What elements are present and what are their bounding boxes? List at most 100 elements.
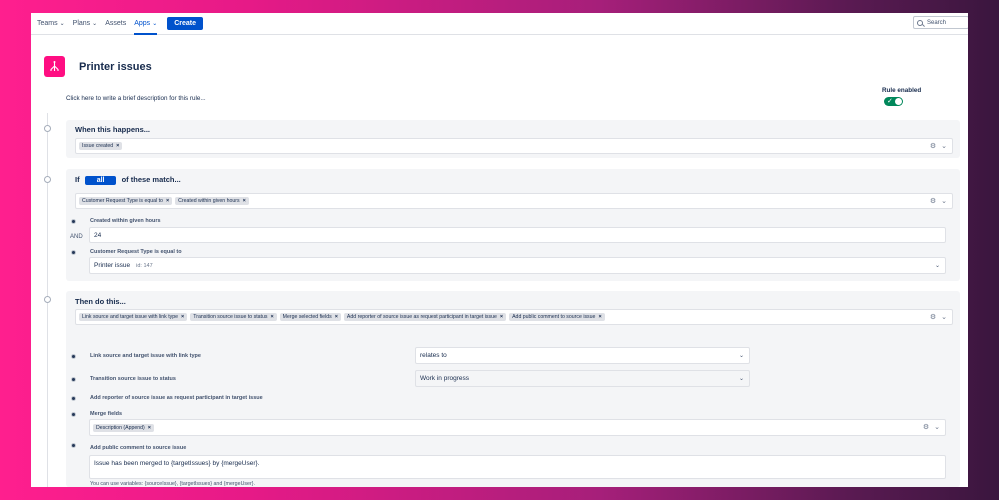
- condition-field[interactable]: Customer Request Type is equal to × Crea…: [75, 193, 953, 209]
- transition-label: Transition source issue to status: [90, 376, 176, 382]
- search-input[interactable]: Search: [913, 16, 968, 29]
- link-type-label: Link source and target issue with link t…: [90, 353, 201, 359]
- chevron-down-icon: ⌄: [92, 21, 98, 27]
- action-dot: [71, 396, 76, 401]
- field-controls: ⚙ ⌄: [930, 142, 947, 150]
- trigger-title: When this happens...: [75, 125, 151, 134]
- remove-icon[interactable]: ×: [598, 314, 601, 320]
- timeline-node-trigger: [44, 125, 51, 132]
- action-dot: [71, 443, 76, 448]
- remove-icon[interactable]: ×: [181, 314, 184, 320]
- chip-label: Created within given hours: [178, 198, 240, 204]
- condition-chip: Customer Request Type is equal to ×: [79, 197, 173, 205]
- action-chip: Transition source issue to status ×: [190, 313, 277, 321]
- app-window: Teams ⌄ Plans ⌄ Assets Apps ⌄ Create Sea…: [31, 13, 968, 487]
- gear-icon[interactable]: ⚙: [930, 313, 936, 321]
- check-icon: ✓: [887, 98, 893, 105]
- trigger-section[interactable]: When this happens... Issue created × ⚙ ⌄: [66, 120, 960, 158]
- nav-apps[interactable]: Apps ⌄: [134, 13, 158, 35]
- condition-suffix: of these match...: [121, 175, 181, 184]
- chevron-down-icon: ⌄: [152, 21, 158, 27]
- search-placeholder: Search: [927, 19, 947, 26]
- chip-label: Transition source issue to status: [193, 314, 268, 320]
- field-controls: ⚙ ⌄: [930, 313, 947, 321]
- chevron-down-icon: ⌄: [738, 376, 744, 382]
- timeline-node-condition: [44, 176, 51, 183]
- comment-label: Add public comment to source issue: [90, 445, 187, 451]
- page-title[interactable]: Printer issues: [79, 61, 152, 73]
- chip-label: Add reporter of source issue as request …: [346, 314, 497, 320]
- trigger-field[interactable]: Issue created × ⚙ ⌄: [75, 138, 953, 154]
- condition-dot: [71, 250, 76, 255]
- remove-icon[interactable]: ×: [148, 425, 151, 431]
- chevron-down-icon[interactable]: ⌄: [941, 313, 947, 321]
- nav-assets-label: Assets: [105, 20, 127, 27]
- field-controls: ⚙ ⌄: [923, 423, 940, 431]
- gear-icon[interactable]: ⚙: [930, 197, 936, 205]
- toggle-knob: [895, 98, 902, 105]
- condition-prefix: If: [75, 175, 80, 184]
- condition-section[interactable]: If all of these match... Customer Reques…: [66, 169, 960, 281]
- create-button[interactable]: Create: [167, 17, 204, 30]
- field-controls: ⚙ ⌄: [930, 197, 947, 205]
- nav-plans[interactable]: Plans ⌄: [73, 13, 98, 35]
- gear-icon[interactable]: ⚙: [930, 142, 936, 150]
- condition-title: If all of these match...: [75, 175, 181, 185]
- action-dot: [71, 412, 76, 417]
- nav-plans-label: Plans: [72, 20, 91, 27]
- comment-value: Issue has been merged to {targetIssues} …: [94, 460, 260, 467]
- chip-label: Merge selected fields: [282, 314, 332, 320]
- action-dot: [71, 354, 76, 359]
- chip-label: Link source and target issue with link t…: [82, 314, 179, 320]
- condition-join-label: AND: [70, 234, 83, 240]
- action-dot: [71, 377, 76, 382]
- top-nav: Teams ⌄ Plans ⌄ Assets Apps ⌄ Create: [31, 13, 968, 35]
- timeline-node-action: [44, 296, 51, 303]
- action-title: Then do this...: [75, 297, 126, 306]
- chevron-down-icon: ⌄: [934, 263, 940, 269]
- gear-icon[interactable]: ⚙: [923, 423, 929, 431]
- condition-mode-select[interactable]: all: [84, 176, 117, 185]
- action-section[interactable]: Then do this... Link source and target i…: [66, 291, 960, 487]
- remove-icon[interactable]: ×: [500, 314, 503, 320]
- rule-enabled-toggle[interactable]: ✓: [884, 97, 903, 106]
- remove-icon[interactable]: ×: [166, 198, 169, 204]
- remove-icon[interactable]: ×: [116, 143, 119, 149]
- chip-label: Add public comment to source issue: [512, 314, 596, 320]
- nav-teams[interactable]: Teams ⌄: [37, 13, 65, 35]
- transition-value: Work in progress: [420, 375, 470, 382]
- chevron-down-icon[interactable]: ⌄: [941, 142, 947, 150]
- remove-icon[interactable]: ×: [243, 198, 246, 204]
- action-chip: Merge selected fields ×: [279, 313, 341, 321]
- comment-textarea[interactable]: Issue has been merged to {targetIssues} …: [89, 455, 946, 479]
- rule-enabled-label: Rule enabled: [882, 87, 922, 94]
- remove-icon[interactable]: ×: [270, 314, 273, 320]
- merge-fields-label: Merge fields: [90, 411, 123, 417]
- chip-label: Description (Append): [96, 424, 145, 431]
- action-field[interactable]: Link source and target issue with link t…: [75, 309, 953, 325]
- action-chip: Add reporter of source issue as request …: [343, 313, 507, 321]
- condition-chip: Created within given hours ×: [175, 197, 249, 205]
- add-reporter-label: Add reporter of source issue as request …: [90, 395, 263, 401]
- request-type-select[interactable]: Printer issue id: 147 ⌄: [89, 257, 946, 274]
- search-icon: [917, 19, 923, 26]
- chevron-down-icon[interactable]: ⌄: [934, 423, 940, 431]
- created-within-input[interactable]: 24: [89, 227, 946, 243]
- trigger-chip: Issue created ×: [79, 142, 123, 150]
- rule-description[interactable]: Click here to write a brief description …: [66, 95, 206, 102]
- nav-apps-label: Apps: [134, 20, 151, 27]
- request-type-id: id: 147: [136, 262, 153, 269]
- condition-dot: [71, 219, 76, 224]
- nav-teams-label: Teams: [37, 20, 58, 27]
- remove-icon[interactable]: ×: [335, 314, 338, 320]
- rule-branch-icon: [44, 56, 65, 77]
- transition-select[interactable]: Work in progress ⌄: [415, 370, 750, 387]
- request-type-value: Printer issue: [94, 262, 131, 269]
- merge-fields-select[interactable]: Description (Append) × ⚙ ⌄: [89, 419, 946, 436]
- chevron-down-icon: ⌄: [738, 353, 744, 359]
- chevron-down-icon: ⌄: [59, 21, 65, 27]
- nav-assets[interactable]: Assets: [105, 13, 126, 35]
- chip-label: Customer Request Type is equal to: [82, 198, 163, 204]
- chevron-down-icon[interactable]: ⌄: [941, 197, 947, 205]
- link-type-select[interactable]: relates to ⌄: [415, 347, 750, 364]
